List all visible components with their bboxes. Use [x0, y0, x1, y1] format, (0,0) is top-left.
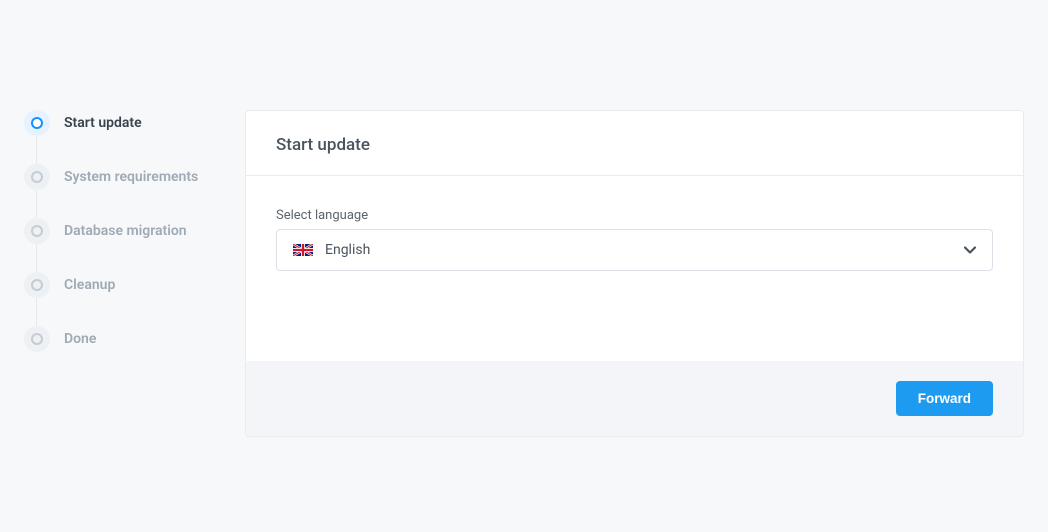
step-connector — [36, 242, 37, 272]
wizard-sidebar: Start update System requirements Databas… — [0, 0, 245, 532]
uk-flag-icon — [293, 244, 313, 256]
card-footer: Forward — [246, 361, 1023, 436]
step-label: System requirements — [64, 169, 198, 185]
step-done[interactable]: Done — [24, 326, 225, 352]
step-circle-icon — [24, 272, 50, 298]
step-label: Done — [64, 331, 96, 347]
chevron-down-icon — [964, 243, 976, 257]
step-system-requirements[interactable]: System requirements — [24, 164, 225, 218]
step-label: Database migration — [64, 223, 187, 239]
language-label: Select language — [276, 208, 993, 223]
wizard-card: Start update Select language English — [245, 110, 1024, 437]
main-content: Start update Select language English — [245, 0, 1048, 532]
step-list: Start update System requirements Databas… — [24, 110, 225, 352]
step-start-update[interactable]: Start update — [24, 110, 225, 164]
step-connector — [36, 296, 37, 326]
card-body: Select language English — [246, 176, 1023, 361]
step-database-migration[interactable]: Database migration — [24, 218, 225, 272]
forward-button[interactable]: Forward — [896, 381, 993, 416]
language-select[interactable]: English — [276, 229, 993, 271]
step-circle-icon — [24, 110, 50, 136]
step-circle-icon — [24, 164, 50, 190]
step-connector — [36, 188, 37, 218]
page-title: Start update — [276, 135, 993, 155]
step-circle-icon — [24, 218, 50, 244]
step-cleanup[interactable]: Cleanup — [24, 272, 225, 326]
card-header: Start update — [246, 111, 1023, 176]
step-connector — [36, 134, 37, 164]
step-circle-icon — [24, 326, 50, 352]
language-value: English — [325, 242, 952, 258]
step-label: Cleanup — [64, 277, 115, 293]
step-label: Start update — [64, 115, 142, 131]
